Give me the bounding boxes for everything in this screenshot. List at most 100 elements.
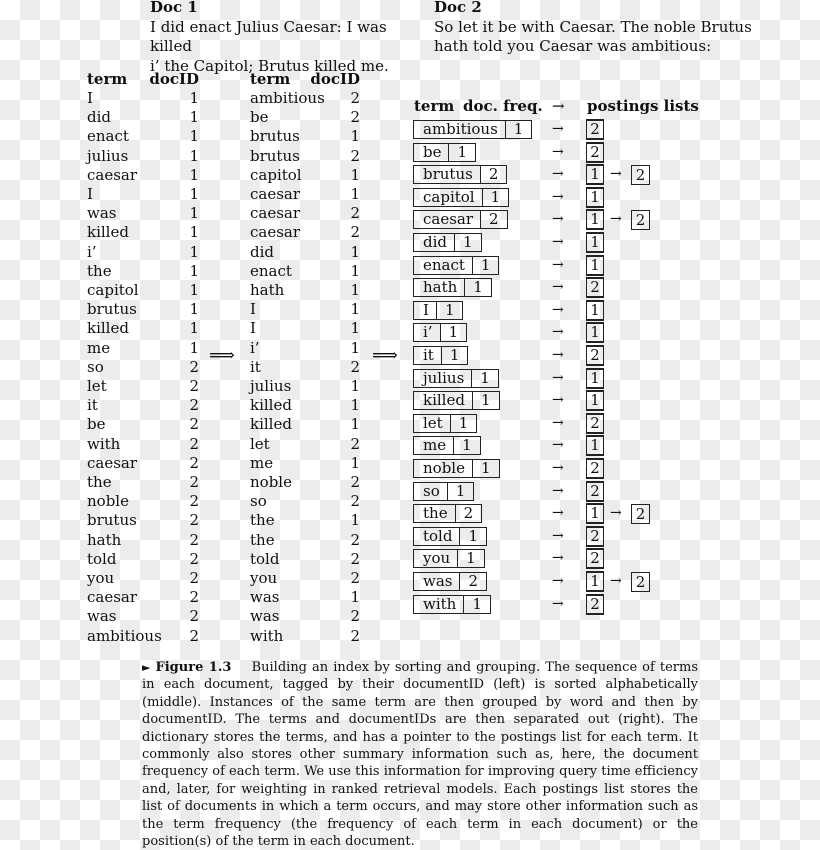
term-cell: capitol bbox=[87, 281, 139, 299]
table-row: enact 1 bbox=[250, 262, 360, 281]
docid-cell: 1 bbox=[350, 511, 360, 530]
pointer-arrow-icon: → bbox=[552, 369, 564, 386]
docid-cell: 2 bbox=[189, 569, 199, 587]
table-row: caesar 1 bbox=[250, 185, 360, 204]
table-row: so 2 bbox=[250, 492, 360, 511]
dictionary-term: brutus bbox=[414, 166, 481, 184]
docid-cell: 2 bbox=[350, 223, 360, 242]
docid-cell: 2 bbox=[350, 530, 360, 549]
dictionary-entry: ambitious 1 bbox=[413, 120, 533, 139]
docid-cell: 2 bbox=[189, 549, 199, 568]
term-cell: brutus bbox=[87, 300, 137, 319]
pointer-arrow-icon: → bbox=[552, 527, 564, 544]
table-row: you 2 bbox=[250, 569, 360, 588]
column-header-term: term bbox=[87, 70, 128, 88]
term-cell: told bbox=[250, 549, 280, 568]
dictionary-entry: with 1 bbox=[413, 594, 491, 614]
pointer-arrow-icon: → bbox=[552, 482, 564, 499]
term-cell: I bbox=[87, 185, 93, 203]
term-cell: me bbox=[87, 338, 111, 357]
dictionary-term: ambitious bbox=[414, 121, 506, 138]
table-row: told 2 bbox=[87, 550, 199, 569]
term-cell: brutus bbox=[87, 511, 137, 530]
implies-arrow-icon: ⟹ bbox=[372, 345, 398, 366]
pointer-arrow-icon: → bbox=[552, 550, 564, 567]
posting-docid: 2 bbox=[586, 548, 604, 570]
term-cell: let bbox=[87, 377, 107, 395]
docid-cell: 2 bbox=[350, 473, 360, 491]
docid-cell: 1 bbox=[189, 127, 199, 146]
document-frequency: 2 bbox=[488, 165, 499, 184]
term-cell: killed bbox=[250, 415, 292, 434]
table-row: caesar 2 bbox=[87, 588, 199, 607]
docid-cell: 2 bbox=[189, 511, 199, 530]
dictionary-entry: noble 1 bbox=[413, 459, 500, 478]
pointer-arrow-icon: → bbox=[552, 392, 564, 409]
term-cell: killed bbox=[87, 319, 129, 338]
doc1-heading: Doc 1 bbox=[150, 0, 198, 16]
term-cell: caesar bbox=[87, 165, 138, 184]
posting-docid: 1 bbox=[586, 322, 604, 344]
table-row: the 1 bbox=[250, 511, 360, 530]
term-cell: did bbox=[87, 108, 112, 127]
table-row: i’ 1 bbox=[87, 243, 199, 262]
figure-label: Figure 1.3 bbox=[155, 660, 232, 675]
docid-cell: 1 bbox=[189, 108, 199, 127]
document-frequency: 1 bbox=[462, 436, 472, 455]
posting-docid: 1 bbox=[586, 232, 604, 253]
term-cell: be bbox=[87, 415, 106, 434]
doc2-line: hath told you Caesar was ambitious: bbox=[434, 37, 712, 55]
dictionary-entry: killed 1 bbox=[413, 391, 500, 411]
document-frequency: 1 bbox=[480, 368, 490, 387]
dictionary-entry: i’ 1 bbox=[413, 323, 468, 343]
figure-caption: ► Figure 1.3 Building an index by sortin… bbox=[142, 659, 698, 850]
posting-docid: 1 bbox=[586, 299, 604, 321]
term-cell: brutus bbox=[250, 146, 300, 165]
term-cell: it bbox=[87, 396, 98, 415]
posting-docid: 2 bbox=[586, 119, 604, 140]
dictionary-term: killed bbox=[414, 392, 473, 410]
table-row: killed 1 bbox=[250, 415, 360, 434]
dictionary-term: hath bbox=[414, 279, 466, 297]
table-row: let 2 bbox=[250, 435, 360, 454]
dictionary-entry: me 1 bbox=[413, 436, 481, 456]
term-cell: caesar bbox=[87, 453, 138, 472]
term-cell: caesar bbox=[250, 223, 301, 242]
posting-docid: 2 bbox=[586, 593, 604, 615]
term-cell: so bbox=[250, 492, 267, 511]
term-cell: I bbox=[250, 319, 256, 338]
dictionary-entry: brutus 2 bbox=[413, 165, 508, 185]
dict-header-postings: postings lists bbox=[587, 97, 699, 115]
pointer-arrow-icon: → bbox=[552, 460, 564, 476]
docid-cell: 1 bbox=[350, 415, 360, 434]
posting-docid: 2 bbox=[586, 277, 604, 299]
term-cell: caesar bbox=[250, 204, 301, 223]
docid-cell: 1 bbox=[350, 127, 360, 146]
term-cell: with bbox=[87, 434, 121, 453]
document-frequency: 1 bbox=[444, 300, 455, 319]
document-frequency: 1 bbox=[480, 255, 491, 274]
docid-cell: 1 bbox=[350, 281, 360, 299]
posting-docid: 2 bbox=[586, 458, 604, 479]
docid-cell: 1 bbox=[189, 204, 199, 223]
dictionary-term: enact bbox=[414, 256, 473, 274]
dictionary-term: let bbox=[414, 414, 451, 432]
docid-cell: 2 bbox=[189, 396, 199, 415]
dictionary-entry: be 1 bbox=[413, 142, 477, 162]
table-row: was 2 bbox=[250, 607, 360, 626]
table-row: so 2 bbox=[87, 358, 199, 377]
next-pointer-arrow-icon: → bbox=[610, 505, 622, 522]
term-cell: me bbox=[250, 453, 274, 472]
document-frequency: 1 bbox=[513, 120, 524, 138]
dictionary-term: capitol bbox=[414, 188, 483, 206]
posting-docid: 2 bbox=[586, 480, 604, 502]
term-cell: let bbox=[250, 434, 270, 453]
document-frequency: 1 bbox=[473, 278, 483, 297]
document-frequency: 1 bbox=[480, 391, 491, 410]
caption-marker-icon: ► bbox=[142, 661, 151, 674]
term-cell: was bbox=[250, 607, 280, 626]
pointer-arrow-icon: → bbox=[552, 121, 564, 137]
table-row: was 1 bbox=[87, 204, 199, 223]
posting-docid: 1 bbox=[586, 209, 604, 231]
table-row: let 2 bbox=[87, 377, 199, 396]
